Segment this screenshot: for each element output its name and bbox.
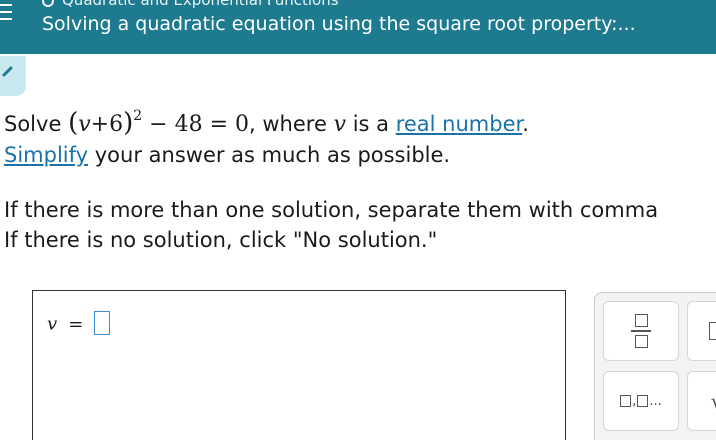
equation: (v+6)2 − 48 = 0 bbox=[68, 108, 250, 138]
sqrt-icon: √ bbox=[711, 389, 716, 413]
list-icon: ,... bbox=[620, 394, 662, 409]
checkmark-icon bbox=[2, 66, 13, 77]
list-button[interactable]: ,... bbox=[603, 371, 679, 431]
is-a-text: is a bbox=[352, 112, 390, 136]
progress-tab[interactable] bbox=[0, 56, 26, 96]
real-number-link[interactable]: real number bbox=[396, 112, 523, 136]
inline-variable: v bbox=[333, 112, 346, 137]
question-line: Solve (v+6)2 − 48 = 0, where v is a real… bbox=[4, 105, 529, 145]
breadcrumb-label: Quadratic and Exponential Functions bbox=[62, 0, 339, 9]
sqrt-button[interactable]: √ bbox=[687, 371, 716, 431]
menu-icon[interactable] bbox=[0, 4, 14, 26]
fraction-icon bbox=[631, 314, 651, 348]
answer-input[interactable] bbox=[94, 311, 111, 335]
box-icon bbox=[709, 322, 716, 340]
answer-row: v = bbox=[47, 311, 111, 337]
period: . bbox=[522, 112, 529, 136]
answer-box[interactable]: v = bbox=[32, 290, 566, 440]
simplify-text: your answer as much as possible. bbox=[88, 143, 451, 167]
header-bar: Quadratic and Exponential Functions Solv… bbox=[0, 0, 716, 54]
answer-variable: v bbox=[47, 313, 58, 335]
simplify-link[interactable]: Simplify bbox=[4, 143, 88, 167]
solve-word: Solve bbox=[4, 112, 62, 136]
simplify-line: Simplify your answer as much as possible… bbox=[4, 143, 450, 167]
math-keypad: ,... √ bbox=[594, 292, 716, 440]
instruction-none: If there is no solution, click "No solut… bbox=[4, 228, 438, 252]
instruction-multiple: If there is more than one solution, sepa… bbox=[4, 198, 659, 222]
box-button[interactable] bbox=[687, 301, 716, 361]
page-title: Solving a quadratic equation using the s… bbox=[42, 13, 636, 35]
breadcrumb: Quadratic and Exponential Functions bbox=[42, 0, 339, 9]
fraction-button[interactable] bbox=[603, 301, 679, 361]
topic-circle-icon bbox=[42, 0, 54, 7]
where-text: , where bbox=[249, 112, 327, 136]
equals-sign: = bbox=[68, 313, 84, 335]
